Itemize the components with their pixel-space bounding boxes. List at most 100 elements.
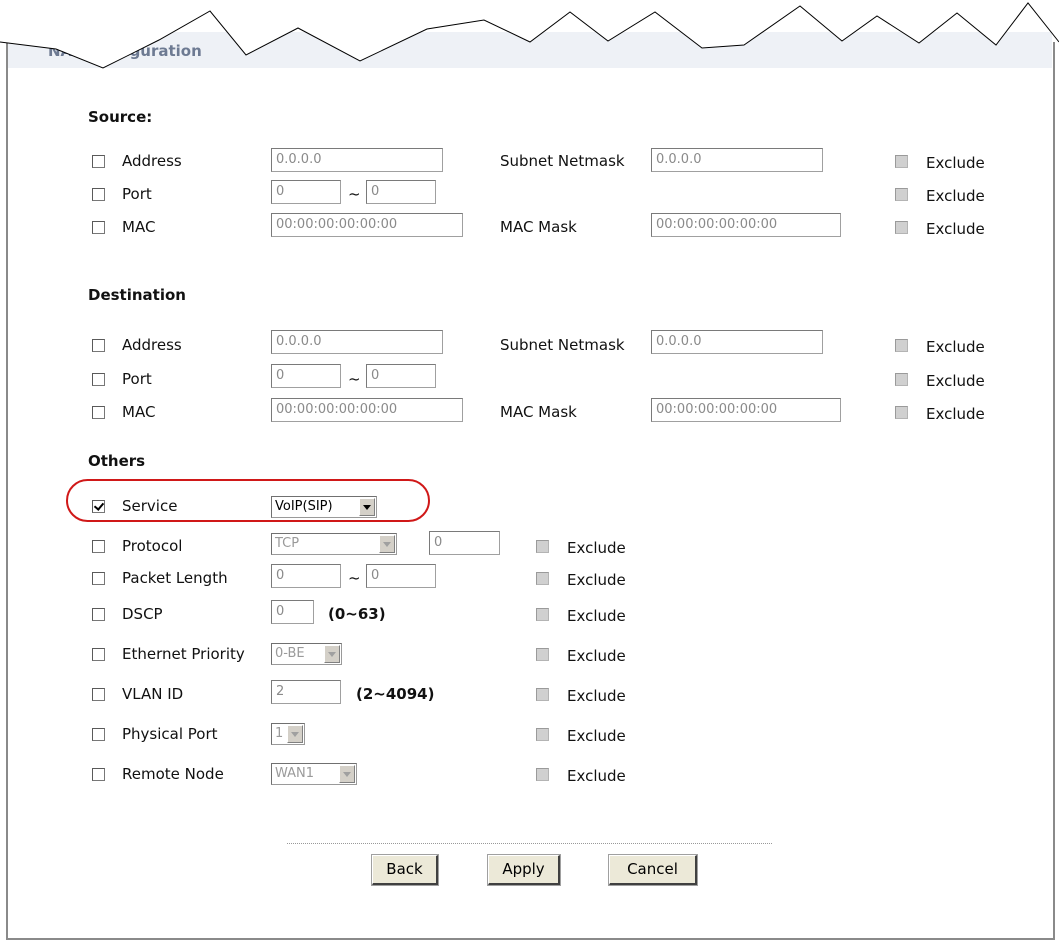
exclude-label: Exclude [926,220,985,238]
exclude-label: Exclude [567,687,626,705]
vlan-id-input[interactable]: 2 [271,680,341,704]
destination-port-to-input[interactable]: 0 [366,364,436,388]
chevron-down-icon[interactable] [339,765,355,783]
source-mac-exclude-checkbox[interactable] [895,221,908,234]
remote-node-select[interactable]: WAN1 [271,763,357,785]
dscp-exclude-checkbox[interactable] [536,608,549,621]
exclude-label: Exclude [926,154,985,172]
destination-mac-exclude-checkbox[interactable] [895,406,908,419]
source-port-checkbox[interactable] [92,188,105,201]
physical-port-checkbox[interactable] [92,728,105,741]
source-subnet-label: Subnet Netmask [500,152,625,170]
source-mac-mask-label: MAC Mask [500,218,577,236]
destination-address-checkbox[interactable] [92,339,105,352]
button-divider [287,843,772,844]
remote-node-exclude-checkbox[interactable] [536,768,549,781]
destination-address-exclude-checkbox[interactable] [895,339,908,352]
packet-length-exclude-checkbox[interactable] [536,572,549,585]
dscp-range-hint: (0~63) [328,605,386,623]
exclude-label: Exclude [567,539,626,557]
source-address-exclude-checkbox[interactable] [895,155,908,168]
physical-port-select-value: 1 [275,726,284,741]
source-subnet-input[interactable]: 0.0.0.0 [651,148,823,172]
source-mac-input[interactable]: 00:00:00:00:00:00 [271,213,463,237]
source-port-label: Port [122,185,152,203]
packet-length-to-input[interactable]: 0 [366,564,436,588]
packet-length-checkbox[interactable] [92,572,105,585]
destination-port-from-input[interactable]: 0 [271,364,341,388]
remote-node-label: Remote Node [122,765,224,783]
exclude-label: Exclude [567,727,626,745]
destination-subnet-input[interactable]: 0.0.0.0 [651,330,823,354]
torn-edge [0,0,1059,69]
destination-address-label: Address [122,336,182,354]
destination-mac-checkbox[interactable] [92,406,105,419]
source-mac-mask-input[interactable]: 00:00:00:00:00:00 [651,213,841,237]
remote-node-checkbox[interactable] [92,768,105,781]
exclude-label: Exclude [926,187,985,205]
physical-port-select[interactable]: 1 [271,723,305,745]
destination-mac-label: MAC [122,403,156,421]
destination-port-label: Port [122,370,152,388]
vlan-id-checkbox[interactable] [92,688,105,701]
source-mac-checkbox[interactable] [92,221,105,234]
service-select[interactable]: VoIP(SIP) [271,496,377,518]
dscp-label: DSCP [122,605,163,623]
exclude-label: Exclude [926,405,985,423]
ethernet-priority-exclude-checkbox[interactable] [536,648,549,661]
ethernet-priority-select[interactable]: 0-BE [271,643,342,665]
destination-mac-mask-label: MAC Mask [500,403,577,421]
destination-port-checkbox[interactable] [92,373,105,386]
cancel-button[interactable]: Cancel [608,854,698,886]
source-mac-label: MAC [122,218,156,236]
service-label: Service [122,497,178,515]
exclude-label: Exclude [567,571,626,589]
service-checkbox[interactable] [92,500,105,513]
exclude-label: Exclude [567,767,626,785]
packet-length-label: Packet Length [122,569,228,587]
destination-mac-mask-input[interactable]: 00:00:00:00:00:00 [651,398,841,422]
vlan-id-label: VLAN ID [122,685,184,703]
source-section-title: Source: [88,108,153,126]
protocol-number-input[interactable]: 0 [429,531,500,555]
dscp-input[interactable]: 0 [271,600,314,624]
destination-subnet-label: Subnet Netmask [500,336,625,354]
physical-port-exclude-checkbox[interactable] [536,728,549,741]
source-port-exclude-checkbox[interactable] [895,188,908,201]
range-tilde: ~ [348,370,361,388]
protocol-select[interactable]: TCP [271,533,397,555]
exclude-label: Exclude [926,372,985,390]
exclude-label: Exclude [567,607,626,625]
exclude-label: Exclude [926,338,985,356]
source-address-label: Address [122,152,182,170]
packet-length-from-input[interactable]: 0 [271,564,341,588]
protocol-checkbox[interactable] [92,540,105,553]
destination-port-exclude-checkbox[interactable] [895,373,908,386]
remote-node-select-value: WAN1 [275,766,315,781]
protocol-exclude-checkbox[interactable] [536,540,549,553]
others-section-title: Others [88,452,146,470]
chevron-down-icon[interactable] [324,645,340,663]
protocol-label: Protocol [122,537,183,555]
vlan-range-hint: (2~4094) [356,685,435,703]
apply-button[interactable]: Apply [487,854,561,886]
source-address-checkbox[interactable] [92,155,105,168]
range-tilde: ~ [348,569,361,587]
destination-address-input[interactable]: 0.0.0.0 [271,330,443,354]
ethernet-priority-label: Ethernet Priority [122,645,245,663]
protocol-select-value: TCP [275,536,300,551]
service-select-value: VoIP(SIP) [275,499,333,514]
source-address-input[interactable]: 0.0.0.0 [271,148,443,172]
back-button[interactable]: Back [371,854,439,886]
chevron-down-icon[interactable] [287,725,303,743]
ethernet-priority-checkbox[interactable] [92,648,105,661]
source-port-to-input[interactable]: 0 [366,180,436,204]
dscp-checkbox[interactable] [92,608,105,621]
exclude-label: Exclude [567,647,626,665]
destination-mac-input[interactable]: 00:00:00:00:00:00 [271,398,463,422]
source-port-from-input[interactable]: 0 [271,180,341,204]
physical-port-label: Physical Port [122,725,218,743]
vlan-id-exclude-checkbox[interactable] [536,688,549,701]
chevron-down-icon[interactable] [359,498,375,516]
chevron-down-icon[interactable] [379,535,395,553]
